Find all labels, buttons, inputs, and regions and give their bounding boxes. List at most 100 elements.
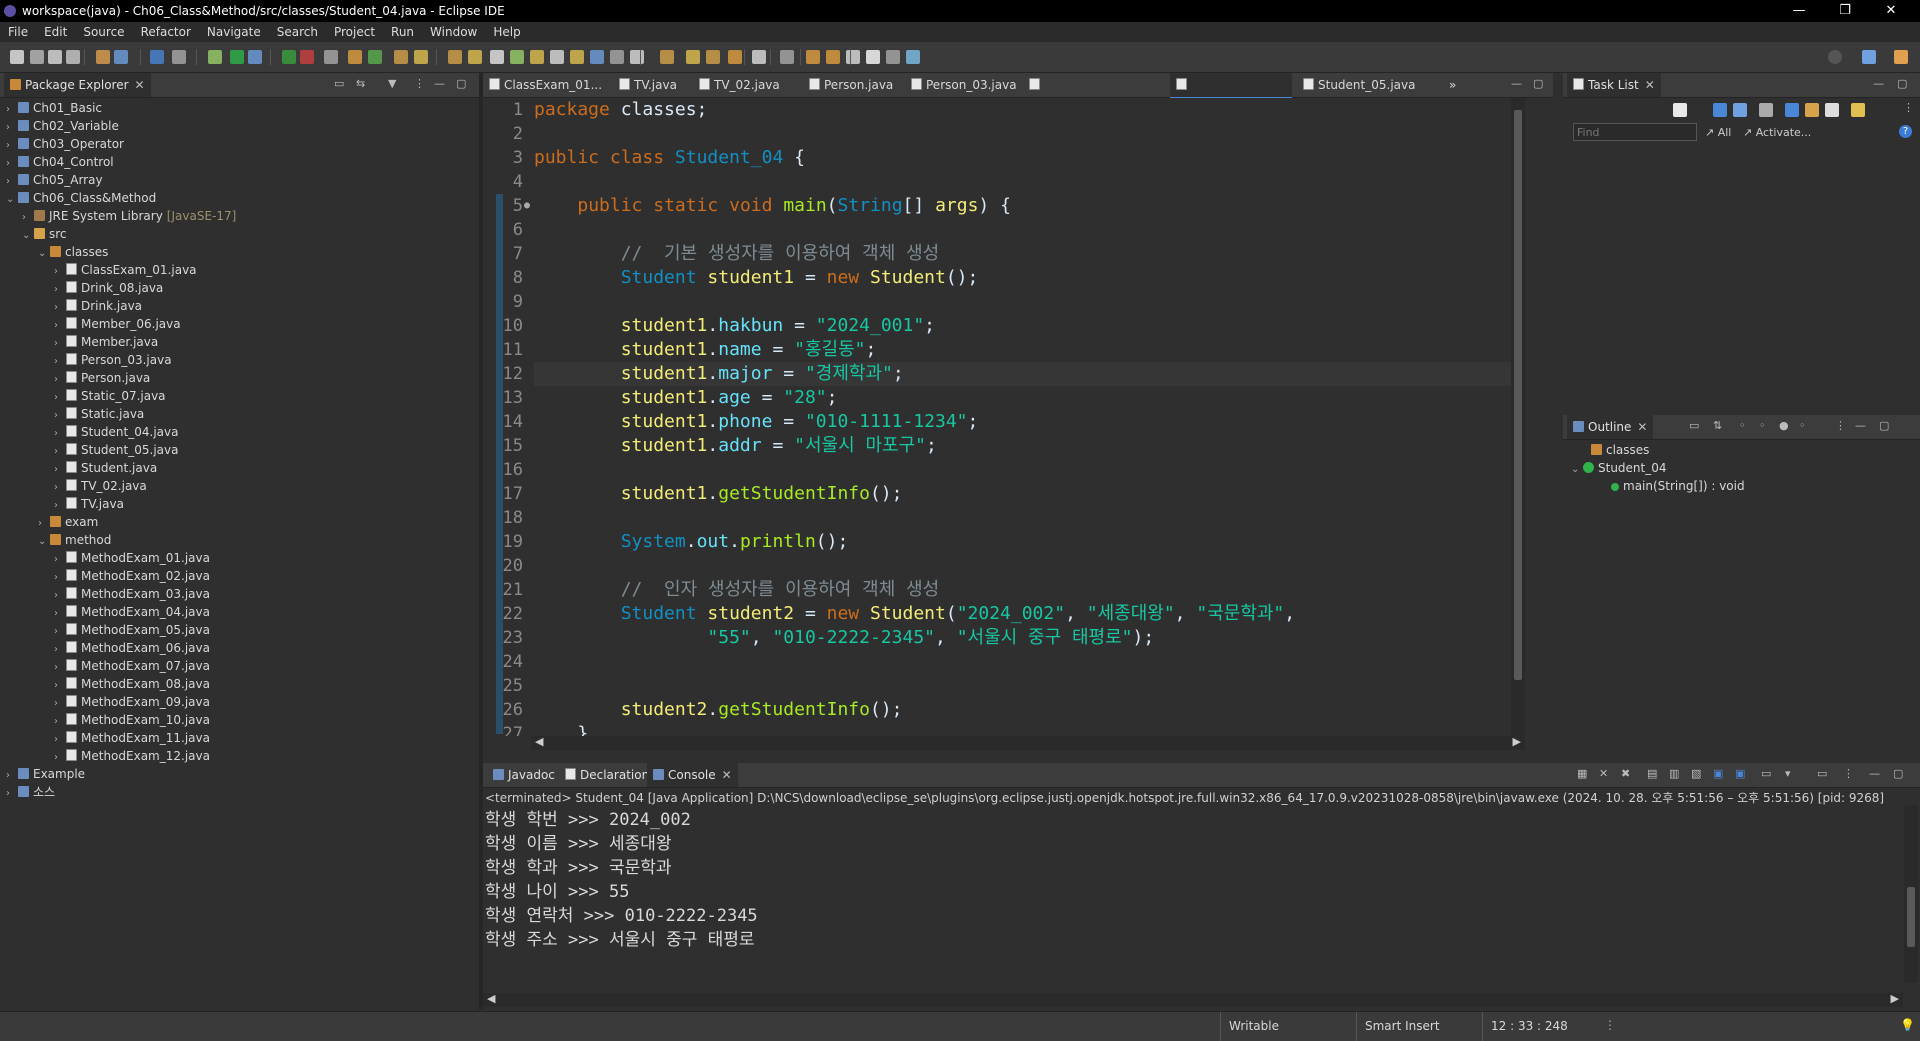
editor-tab[interactable]: Student.java: [1023, 73, 1120, 116]
chevron-down-icon[interactable]: ⌄: [38, 245, 50, 263]
minimize-view-icon[interactable]: —: [434, 77, 445, 90]
collapse-all-icon[interactable]: ▭: [334, 77, 344, 90]
new-console-icon[interactable]: ▭: [1761, 767, 1771, 780]
tree-item[interactable]: › MethodExam_08.java: [54, 675, 210, 693]
forward-dropdown-icon[interactable]: [706, 50, 720, 64]
toggle-breadcrumb-icon[interactable]: [530, 50, 544, 64]
debug-icon[interactable]: [208, 50, 222, 64]
external-tools-icon[interactable]: [300, 50, 314, 64]
console-tab[interactable]: Console ✕: [647, 763, 738, 787]
close-icon[interactable]: ✕: [135, 78, 145, 92]
java-perspective-icon[interactable]: [1894, 50, 1908, 64]
word-wrap-icon[interactable]: [550, 50, 564, 64]
hide-fields-icon[interactable]: ◦: [1739, 419, 1746, 432]
tab-overflow-button[interactable]: »: [1449, 73, 1469, 97]
task-find-input[interactable]: Find: [1573, 123, 1697, 141]
all-filter-link[interactable]: ↗ All: [1705, 126, 1731, 139]
view-menu-icon[interactable]: ⋮: [1843, 767, 1854, 780]
tree-item[interactable]: › exam: [38, 513, 98, 531]
tree-item[interactable]: › Drink.java: [54, 297, 142, 315]
tree-item[interactable]: ⌄ src: [22, 225, 67, 243]
scroll-lock-icon[interactable]: ▤: [1647, 767, 1657, 780]
editor-tab[interactable]: Person.java: [803, 73, 901, 97]
menu-project[interactable]: Project: [326, 22, 383, 42]
new-class-icon[interactable]: [368, 50, 382, 64]
coverage-icon[interactable]: [282, 50, 296, 64]
menu-edit[interactable]: Edit: [36, 22, 75, 42]
tree-item[interactable]: › TV.java: [54, 495, 124, 513]
tree-item[interactable]: › MethodExam_07.java: [54, 657, 210, 675]
status-menu-icon[interactable]: ⋮: [1604, 1018, 1616, 1032]
view-menu-icon[interactable]: ⋮: [1835, 419, 1846, 432]
activate-link[interactable]: ↗ Activate...: [1743, 126, 1811, 139]
pin-editor-icon[interactable]: [728, 50, 742, 64]
editor-vertical-scrollbar[interactable]: [1511, 98, 1525, 736]
pin-console-icon[interactable]: ▣: [1713, 767, 1723, 780]
schedule-icon[interactable]: [1733, 103, 1747, 117]
tree-item[interactable]: › MethodExam_04.java: [54, 603, 210, 621]
maximize-view-icon[interactable]: ▢: [456, 77, 466, 90]
tree-item[interactable]: › Static_07.java: [54, 387, 166, 405]
new-java-project-icon[interactable]: [324, 50, 338, 64]
editor-tab[interactable]: Student_04.java✕: [1170, 73, 1292, 116]
link-editor-icon[interactable]: ⇆: [356, 77, 365, 90]
new-package-icon[interactable]: [348, 50, 362, 64]
scrollbar-thumb[interactable]: [1514, 110, 1522, 680]
editor-tab[interactable]: Student_05.java: [1297, 73, 1417, 97]
insert-mode-status[interactable]: Smart Insert: [1356, 1012, 1485, 1041]
menu-help[interactable]: Help: [485, 22, 528, 42]
menu-file[interactable]: File: [0, 22, 36, 42]
tree-item[interactable]: › Ch05_Array: [6, 171, 103, 189]
tree-item[interactable]: › Example: [6, 765, 85, 783]
tree-item[interactable]: › MethodExam_12.java: [54, 747, 210, 765]
tree-item[interactable]: › TV_02.java: [54, 477, 147, 495]
terminate-icon[interactable]: ✕: [1599, 767, 1608, 780]
tree-item[interactable]: › JRE System Library [JavaSE-17]: [22, 207, 236, 225]
chevron-right-icon[interactable]: ›: [6, 785, 18, 803]
chevron-down-icon[interactable]: ⌄: [38, 533, 50, 551]
tree-item[interactable]: › MethodExam_06.java: [54, 639, 210, 657]
java-icon[interactable]: [752, 50, 766, 64]
git-icon[interactable]: [780, 50, 794, 64]
maximize-editor-icon[interactable]: ▢: [1533, 77, 1543, 90]
tree-item[interactable]: › Ch01_Basic: [6, 99, 102, 117]
editor-tab[interactable]: TV.java: [613, 73, 689, 97]
chevron-down-icon[interactable]: ⌄: [1571, 461, 1583, 479]
outline-tab[interactable]: Outline ✕: [1567, 415, 1654, 439]
display-selected-icon[interactable]: ▭: [1817, 767, 1827, 780]
scroll-right-icon[interactable]: ▶: [1513, 735, 1521, 748]
extra1-icon[interactable]: [826, 50, 840, 64]
show-whitespace-icon[interactable]: [510, 50, 524, 64]
menu-source[interactable]: Source: [75, 22, 132, 42]
view-menu-icon[interactable]: ⋮: [414, 77, 425, 90]
redo-icon[interactable]: [114, 50, 128, 64]
code-editor[interactable]: 1 package classes; 2 3 public class Student_…: [483, 98, 1525, 736]
remove-launches-icon[interactable]: ✖: [1621, 767, 1630, 780]
close-window-button[interactable]: ✕: [1868, 0, 1914, 22]
scrollbar-thumb[interactable]: [1907, 887, 1915, 947]
outline-item[interactable]: main(String[]) : void: [1611, 477, 1745, 495]
tree-item[interactable]: › 소스: [6, 783, 55, 801]
extra5-icon[interactable]: [906, 50, 920, 64]
tree-item[interactable]: › Static.java: [54, 405, 144, 423]
extra4-icon[interactable]: [886, 50, 900, 64]
back-dropdown-icon[interactable]: [660, 50, 674, 64]
tree-item[interactable]: › MethodExam_03.java: [54, 585, 210, 603]
chevron-down-icon[interactable]: ⌄: [22, 227, 34, 245]
console-horizontal-scrollbar[interactable]: ◀ ▶: [483, 992, 1903, 1007]
extra2-icon[interactable]: [846, 50, 860, 64]
collapse-all-icon[interactable]: ▭: [1689, 419, 1699, 432]
minimize-view-icon[interactable]: —: [1855, 419, 1866, 432]
maximize-view-icon[interactable]: ▢: [1879, 419, 1889, 432]
new-icon[interactable]: [10, 50, 24, 64]
run-icon[interactable]: [230, 50, 244, 64]
scroll-left-icon[interactable]: ◀: [535, 735, 543, 748]
hide-local-types-icon[interactable]: ◦: [1799, 419, 1806, 432]
prev-annotation-icon[interactable]: [590, 50, 604, 64]
new-task-icon[interactable]: [1673, 103, 1687, 117]
package-explorer-tab[interactable]: Package Explorer ✕: [4, 73, 151, 97]
tree-item[interactable]: › MethodExam_01.java: [54, 549, 210, 567]
undo-icon[interactable]: [96, 50, 110, 64]
skip-breakpoints-icon[interactable]: [172, 50, 186, 64]
menu-search[interactable]: Search: [269, 22, 326, 42]
